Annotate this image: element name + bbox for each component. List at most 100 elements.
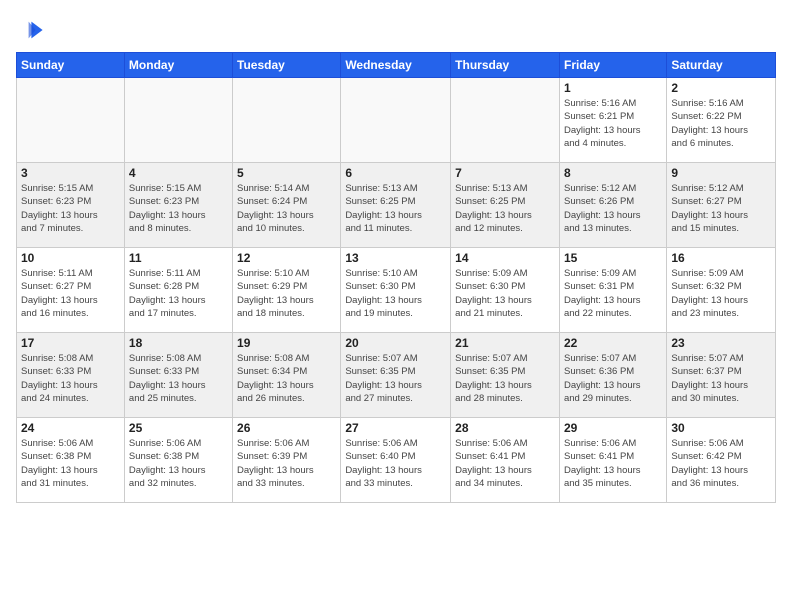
day-number: 6 (345, 166, 446, 180)
day-number: 27 (345, 421, 446, 435)
calendar-header-saturday: Saturday (667, 53, 776, 78)
day-info: Sunrise: 5:07 AM Sunset: 6:36 PM Dayligh… (564, 352, 662, 405)
calendar-day-cell: 3 Sunrise: 5:15 AM Sunset: 6:23 PM Daylig… (17, 163, 125, 248)
calendar-header-friday: Friday (559, 53, 666, 78)
calendar-week-row-2: 10Sunrise: 5:11 AM Sunset: 6:27 PM Dayli… (17, 248, 776, 333)
day-number: 2 (671, 81, 771, 95)
calendar-day-cell: 26 Sunrise: 5:06 AM Sunset: 6:39 PM Dayli… (233, 418, 341, 503)
day-info: Sunrise: 5:09 AM Sunset: 6:31 PM Dayligh… (564, 267, 662, 320)
day-info: Sunrise: 5:06 AM Sunset: 6:40 PM Dayligh… (345, 437, 446, 490)
day-number: 3 (21, 166, 120, 180)
day-info: Sunrise: 5:13 AM Sunset: 6:25 PM Dayligh… (345, 182, 446, 235)
day-number: 21 (455, 336, 555, 350)
day-number: 13 (345, 251, 446, 265)
calendar-day-cell: 16 Sunrise: 5:09 AM Sunset: 6:32 PM Dayli… (667, 248, 776, 333)
calendar-header-thursday: Thursday (451, 53, 560, 78)
day-number: 22 (564, 336, 662, 350)
day-number: 28 (455, 421, 555, 435)
calendar-day-cell: 1Sunrise: 5:16 AM Sunset: 6:21 PM Daylig… (559, 78, 666, 163)
calendar-week-row-0: 1Sunrise: 5:16 AM Sunset: 6:21 PM Daylig… (17, 78, 776, 163)
day-number: 8 (564, 166, 662, 180)
calendar-day-cell (341, 78, 451, 163)
calendar-day-cell (451, 78, 560, 163)
calendar-day-cell: 2Sunrise: 5:16 AM Sunset: 6:22 PM Daylig… (667, 78, 776, 163)
calendar-day-cell: 18 Sunrise: 5:08 AM Sunset: 6:33 PM Dayli… (124, 333, 232, 418)
calendar-header-wednesday: Wednesday (341, 53, 451, 78)
day-info: Sunrise: 5:14 AM Sunset: 6:24 PM Dayligh… (237, 182, 336, 235)
day-info: Sunrise: 5:07 AM Sunset: 6:35 PM Dayligh… (455, 352, 555, 405)
day-info: Sunrise: 5:06 AM Sunset: 6:41 PM Dayligh… (455, 437, 555, 490)
day-info: Sunrise: 5:11 AM Sunset: 6:28 PM Dayligh… (129, 267, 228, 320)
calendar-day-cell: 10Sunrise: 5:11 AM Sunset: 6:27 PM Dayli… (17, 248, 125, 333)
day-info: Sunrise: 5:07 AM Sunset: 6:37 PM Dayligh… (671, 352, 771, 405)
calendar-day-cell: 20 Sunrise: 5:07 AM Sunset: 6:35 PM Dayli… (341, 333, 451, 418)
calendar-day-cell: 12 Sunrise: 5:10 AM Sunset: 6:29 PM Dayli… (233, 248, 341, 333)
calendar-day-cell (233, 78, 341, 163)
day-number: 14 (455, 251, 555, 265)
day-info: Sunrise: 5:15 AM Sunset: 6:23 PM Dayligh… (21, 182, 120, 235)
calendar-week-row-4: 24 Sunrise: 5:06 AM Sunset: 6:38 PM Dayli… (17, 418, 776, 503)
day-number: 10 (21, 251, 120, 265)
day-info: Sunrise: 5:06 AM Sunset: 6:41 PM Dayligh… (564, 437, 662, 490)
day-number: 7 (455, 166, 555, 180)
day-number: 30 (671, 421, 771, 435)
calendar-day-cell: 28 Sunrise: 5:06 AM Sunset: 6:41 PM Dayli… (451, 418, 560, 503)
day-info: Sunrise: 5:07 AM Sunset: 6:35 PM Dayligh… (345, 352, 446, 405)
day-number: 25 (129, 421, 228, 435)
day-number: 24 (21, 421, 120, 435)
page-header (16, 16, 776, 44)
calendar-day-cell: 27 Sunrise: 5:06 AM Sunset: 6:40 PM Dayli… (341, 418, 451, 503)
day-number: 12 (237, 251, 336, 265)
logo (16, 16, 48, 44)
calendar-day-cell: 5 Sunrise: 5:14 AM Sunset: 6:24 PM Daylig… (233, 163, 341, 248)
calendar-day-cell: 4 Sunrise: 5:15 AM Sunset: 6:23 PM Daylig… (124, 163, 232, 248)
calendar-day-cell: 11 Sunrise: 5:11 AM Sunset: 6:28 PM Dayli… (124, 248, 232, 333)
day-info: Sunrise: 5:13 AM Sunset: 6:25 PM Dayligh… (455, 182, 555, 235)
calendar-day-cell (17, 78, 125, 163)
day-info: Sunrise: 5:08 AM Sunset: 6:34 PM Dayligh… (237, 352, 336, 405)
calendar-day-cell: 23 Sunrise: 5:07 AM Sunset: 6:37 PM Dayli… (667, 333, 776, 418)
calendar-day-cell: 13 Sunrise: 5:10 AM Sunset: 6:30 PM Dayli… (341, 248, 451, 333)
day-number: 15 (564, 251, 662, 265)
day-number: 26 (237, 421, 336, 435)
calendar-day-cell: 22 Sunrise: 5:07 AM Sunset: 6:36 PM Dayli… (559, 333, 666, 418)
calendar-table: SundayMondayTuesdayWednesdayThursdayFrid… (16, 52, 776, 503)
day-number: 20 (345, 336, 446, 350)
day-info: Sunrise: 5:09 AM Sunset: 6:30 PM Dayligh… (455, 267, 555, 320)
day-number: 18 (129, 336, 228, 350)
calendar-day-cell: 15 Sunrise: 5:09 AM Sunset: 6:31 PM Dayli… (559, 248, 666, 333)
calendar-header-monday: Monday (124, 53, 232, 78)
day-info: Sunrise: 5:15 AM Sunset: 6:23 PM Dayligh… (129, 182, 228, 235)
calendar-day-cell: 7 Sunrise: 5:13 AM Sunset: 6:25 PM Daylig… (451, 163, 560, 248)
day-number: 29 (564, 421, 662, 435)
day-number: 17 (21, 336, 120, 350)
day-info: Sunrise: 5:06 AM Sunset: 6:38 PM Dayligh… (129, 437, 228, 490)
calendar-day-cell: 9 Sunrise: 5:12 AM Sunset: 6:27 PM Daylig… (667, 163, 776, 248)
calendar-header-tuesday: Tuesday (233, 53, 341, 78)
calendar-day-cell: 14 Sunrise: 5:09 AM Sunset: 6:30 PM Dayli… (451, 248, 560, 333)
day-info: Sunrise: 5:16 AM Sunset: 6:21 PM Dayligh… (564, 97, 662, 150)
day-info: Sunrise: 5:08 AM Sunset: 6:33 PM Dayligh… (21, 352, 120, 405)
calendar-day-cell: 17 Sunrise: 5:08 AM Sunset: 6:33 PM Dayli… (17, 333, 125, 418)
calendar-day-cell: 25 Sunrise: 5:06 AM Sunset: 6:38 PM Dayli… (124, 418, 232, 503)
day-number: 5 (237, 166, 336, 180)
calendar-week-row-1: 3 Sunrise: 5:15 AM Sunset: 6:23 PM Daylig… (17, 163, 776, 248)
day-info: Sunrise: 5:06 AM Sunset: 6:39 PM Dayligh… (237, 437, 336, 490)
day-info: Sunrise: 5:08 AM Sunset: 6:33 PM Dayligh… (129, 352, 228, 405)
day-number: 16 (671, 251, 771, 265)
day-info: Sunrise: 5:10 AM Sunset: 6:29 PM Dayligh… (237, 267, 336, 320)
day-info: Sunrise: 5:12 AM Sunset: 6:27 PM Dayligh… (671, 182, 771, 235)
day-info: Sunrise: 5:09 AM Sunset: 6:32 PM Dayligh… (671, 267, 771, 320)
calendar-header-row: SundayMondayTuesdayWednesdayThursdayFrid… (17, 53, 776, 78)
calendar-day-cell: 8Sunrise: 5:12 AM Sunset: 6:26 PM Daylig… (559, 163, 666, 248)
calendar-day-cell: 24Sunrise: 5:06 AM Sunset: 6:38 PM Dayli… (17, 418, 125, 503)
day-info: Sunrise: 5:10 AM Sunset: 6:30 PM Dayligh… (345, 267, 446, 320)
day-number: 4 (129, 166, 228, 180)
calendar-day-cell: 21 Sunrise: 5:07 AM Sunset: 6:35 PM Dayli… (451, 333, 560, 418)
day-number: 11 (129, 251, 228, 265)
day-info: Sunrise: 5:06 AM Sunset: 6:42 PM Dayligh… (671, 437, 771, 490)
day-number: 9 (671, 166, 771, 180)
calendar-header-sunday: Sunday (17, 53, 125, 78)
calendar-day-cell: 6 Sunrise: 5:13 AM Sunset: 6:25 PM Daylig… (341, 163, 451, 248)
day-number: 23 (671, 336, 771, 350)
